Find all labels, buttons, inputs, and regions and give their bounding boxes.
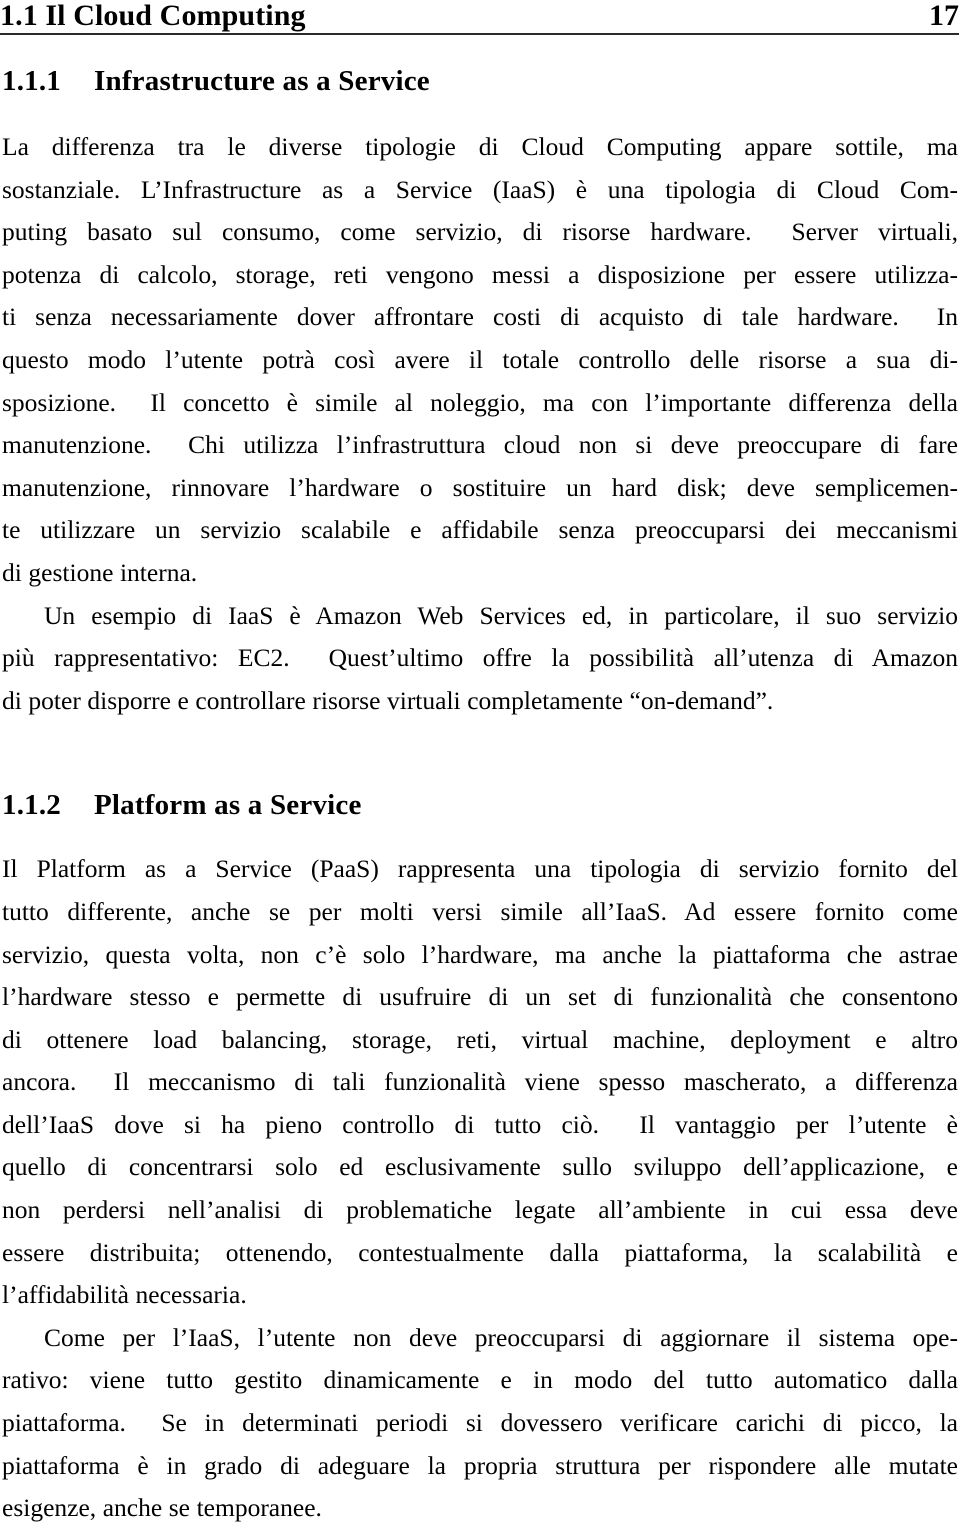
text-line: di poter disporre e controllare risorse … — [2, 685, 774, 715]
page-content: 1.1.1 Infrastructure as a Service La diff… — [2, 64, 958, 1530]
paragraph-iaas-1: La differenza tra le diverse tipologie d… — [2, 126, 958, 595]
section-heading-1-1-1: 1.1.1 Infrastructure as a Service — [2, 64, 958, 98]
header-title: 1.1 Il Cloud Computing — [0, 0, 306, 32]
text-line: sostanziale. L’Infrastructure as a Servi… — [2, 174, 958, 204]
section-heading-1-1-2: 1.1.2 Platform as a Service — [2, 788, 958, 822]
paragraph-paas-1: Il Platform as a Service (PaaS) rapprese… — [2, 848, 958, 1317]
text-line: esigenze, anche se temporanee. — [2, 1493, 322, 1523]
header-rule — [0, 33, 959, 35]
text-line: sposizione. Il concetto è simile al nole… — [2, 387, 958, 417]
text-line: l’affidabilità necessaria. — [2, 1280, 247, 1310]
text-line: potenza di calcolo, storage, reti vengon… — [2, 259, 958, 289]
page-number: 17 — [929, 0, 959, 32]
text-line: essere distribuita; ottenendo, contestua… — [2, 1237, 958, 1267]
section-title: Platform as a Service — [94, 789, 362, 822]
text-line: Un esempio di IaaS è Amazon Web Services… — [44, 600, 958, 630]
text-line: piattaforma è in grado di adeguare la pr… — [2, 1450, 958, 1480]
section-title: Infrastructure as a Service — [94, 65, 430, 97]
text-line: puting basato sul consumo, come servizio… — [2, 217, 958, 247]
text-line: di gestione interna. — [2, 557, 198, 587]
text-line: Come per l’IaaS, l’utente non deve preoc… — [44, 1322, 958, 1352]
text-line: te utilizzare un servizio scalabile e af… — [2, 515, 958, 545]
text-line: dell’IaaS dove si ha pieno controllo di … — [2, 1109, 958, 1139]
text-line: tutto differente, anche se per molti ver… — [2, 896, 958, 926]
section-number: 1.1.2 — [2, 789, 61, 822]
text-line: servizio, questa volta, non c’è solo l’h… — [2, 939, 958, 969]
text-line: La differenza tra le diverse tipologie d… — [2, 132, 958, 161]
text-line: manutenzione, rinnovare l’hardware o sos… — [2, 472, 958, 502]
text-line: di ottenere load balancing, storage, ret… — [2, 1024, 958, 1054]
document-page: 1.1 Il Cloud Computing 17 1.1.1 Infrastru… — [0, 0, 960, 1530]
text-line: piattaforma. Se in determinati periodi s… — [2, 1408, 958, 1438]
text-line: non perdersi nell’analisi di problematic… — [2, 1195, 958, 1225]
text-line: più rappresentativo: EC2. Quest’ultimo o… — [2, 643, 958, 673]
paragraph-paas-2: Come per l’IaaS, l’utente non deve preoc… — [2, 1317, 958, 1530]
text-line: manutenzione. Chi utilizza l’infrastrutt… — [2, 430, 958, 460]
heading-spacer — [2, 822, 958, 848]
text-line: questo modo l’utente potrà così avere il… — [2, 344, 958, 374]
text-line: quello di concentrarsi solo ed esclusiva… — [2, 1152, 958, 1182]
text-line: rativo: viene tutto gestito dinamicament… — [2, 1365, 958, 1395]
text-line: Il Platform as a Service (PaaS) rapprese… — [2, 854, 958, 884]
heading-spacer — [2, 98, 958, 126]
section-number: 1.1.1 — [2, 65, 61, 97]
text-line: l’hardware stesso e permette di usufruir… — [2, 982, 958, 1012]
text-line: ancora. Il meccanismo di tali funzionali… — [2, 1067, 958, 1097]
running-header: 1.1 Il Cloud Computing 17 — [0, 0, 960, 34]
paragraph-iaas-2: Un esempio di IaaS è Amazon Web Services… — [2, 595, 958, 723]
text-line: ti senza necessariamente dover affrontar… — [2, 302, 958, 332]
